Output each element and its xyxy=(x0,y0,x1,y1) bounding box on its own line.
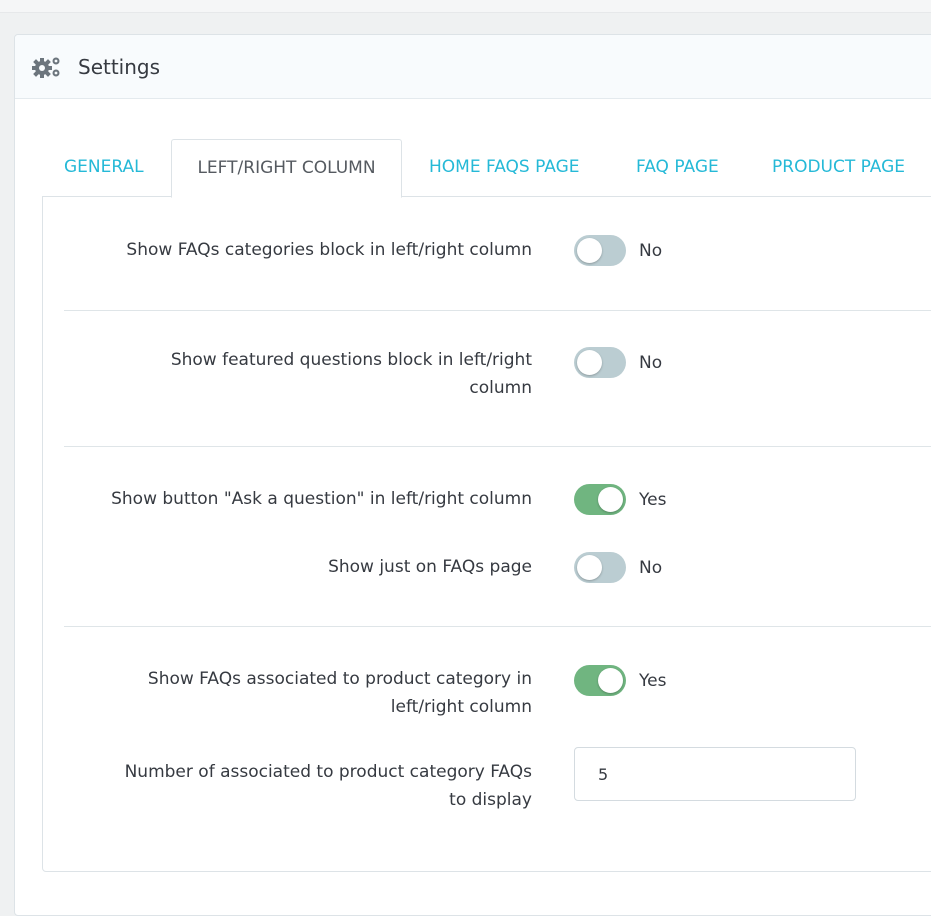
featured-block-state: No xyxy=(639,353,663,373)
tab-product-page[interactable]: PRODUCT PAGE xyxy=(772,139,905,196)
associated-faqs-label: Show FAQs associated to product category… xyxy=(40,665,532,721)
just-faqs-page-state: No xyxy=(639,558,663,578)
top-strip xyxy=(0,0,931,13)
tab-faq-page[interactable]: FAQ PAGE xyxy=(636,139,719,196)
associated-count-label-line2: to display xyxy=(449,790,532,810)
associated-count-label-line1: Number of associated to product category… xyxy=(124,762,532,782)
featured-block-label-line2: column xyxy=(469,378,532,398)
featured-block-label-line1: Show featured questions block in left/ri… xyxy=(170,350,532,370)
featured-block-switch[interactable] xyxy=(574,347,626,378)
switch-knob xyxy=(577,555,602,580)
associated-faqs-label-line1: Show FAQs associated to product category… xyxy=(147,669,532,689)
switch-knob xyxy=(577,238,602,263)
tab-bar: GENERAL LEFT/RIGHT COLUMN HOME FAQS PAGE… xyxy=(42,139,931,198)
panel-heading: Settings xyxy=(15,35,931,99)
categories-block-state: No xyxy=(639,241,663,261)
associated-count-input[interactable] xyxy=(574,747,856,801)
switch-knob xyxy=(598,668,623,693)
divider xyxy=(64,310,931,311)
divider xyxy=(64,626,931,627)
panel-title: Settings xyxy=(78,55,161,79)
tab-left-right-column[interactable]: LEFT/RIGHT COLUMN xyxy=(171,139,402,198)
just-faqs-page-switch[interactable] xyxy=(574,552,626,583)
associated-count-label: Number of associated to product category… xyxy=(40,758,532,814)
divider xyxy=(64,446,931,447)
ask-button-state: Yes xyxy=(639,490,667,510)
featured-block-label: Show featured questions block in left/ri… xyxy=(40,346,532,402)
ask-button-label: Show button "Ask a question" in left/rig… xyxy=(111,489,532,509)
tab-general[interactable]: GENERAL xyxy=(64,139,144,196)
switch-knob xyxy=(577,350,602,375)
associated-faqs-label-line2: left/right column xyxy=(390,697,532,717)
tab-home-faqs-page[interactable]: HOME FAQS PAGE xyxy=(429,139,580,196)
associated-faqs-state: Yes xyxy=(639,671,667,691)
categories-block-label: Show FAQs categories block in left/right… xyxy=(126,240,532,260)
switch-knob xyxy=(598,487,623,512)
categories-block-switch[interactable] xyxy=(574,235,626,266)
gears-icon xyxy=(32,57,60,78)
ask-button-switch[interactable] xyxy=(574,484,626,515)
associated-faqs-switch[interactable] xyxy=(574,665,626,696)
just-faqs-page-label: Show just on FAQs page xyxy=(328,557,532,577)
